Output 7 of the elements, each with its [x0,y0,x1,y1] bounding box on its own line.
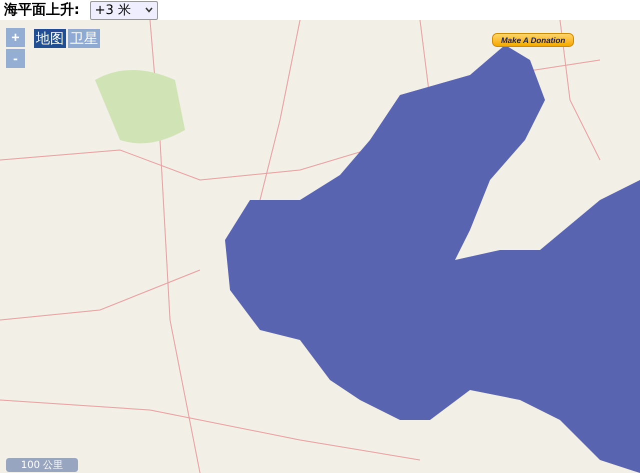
sea-level-select[interactable]: +3 米 [90,0,158,20]
scale-bar: 100 公里 [6,458,78,472]
donate-button[interactable]: Make A Donation [492,33,574,47]
sea-level-label: 海平面上升: [4,1,80,19]
map-type-tab[interactable]: 地图 [34,29,66,48]
chevron-icon [144,7,153,13]
map-tile[interactable]: + - 地图 卫星 Make A Donation 100 公里 [0,20,640,473]
